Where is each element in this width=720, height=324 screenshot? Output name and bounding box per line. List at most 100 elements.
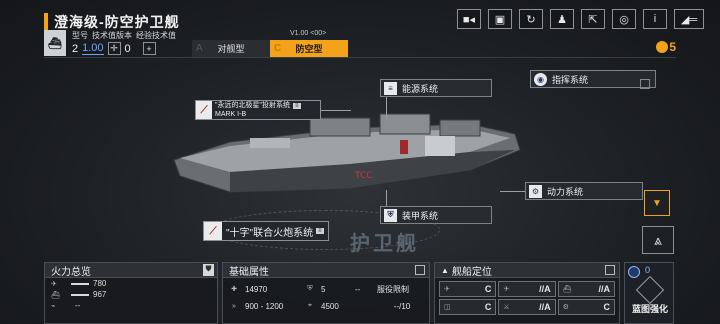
leader-line	[500, 191, 525, 192]
attributes-panel[interactable]: 基础属性 ✚ 14970 ⛨ 5 -- 服役限制 » 900 - 1200 ⌖ 4500…	[222, 262, 430, 324]
refresh-icon[interactable]: ↻	[519, 9, 543, 29]
info-icon[interactable]: i	[643, 9, 667, 29]
position-cell: ⚔//A	[498, 299, 556, 315]
mode-letter: C	[274, 43, 282, 54]
service-value: --/10	[393, 301, 411, 311]
armor-value: 5	[321, 284, 326, 294]
exp-add-button[interactable]: +	[142, 42, 156, 55]
hp-value: 14970	[245, 284, 268, 294]
firepower-row: ✈ 780	[51, 279, 107, 288]
position-cell: ✈ C	[439, 281, 497, 297]
ship-type-badge: ⛴	[44, 30, 66, 56]
power-system-icon: ⚙	[529, 184, 542, 198]
role-icon: ✈	[503, 286, 510, 293]
energy-system-icon: ≡	[384, 81, 397, 95]
armor-system-label[interactable]: ⛨ 装甲系统	[380, 206, 492, 224]
air-icon: ✈	[51, 280, 57, 288]
mode-label: 对舰型	[217, 44, 245, 54]
mode-tab-anti-air[interactable]: C 防空型	[270, 40, 348, 57]
chevron-down-icon: ▼	[652, 197, 662, 209]
image-icon[interactable]: ▣	[488, 9, 512, 29]
armor-system-icon: ⛨	[384, 208, 397, 222]
weapon-tag: ≡	[316, 228, 324, 234]
leader-line	[386, 190, 387, 206]
expand-icon[interactable]	[415, 265, 425, 275]
target-icon[interactable]: ◎	[612, 9, 636, 29]
position-cell: ⛴//A	[557, 281, 615, 297]
main-weapon-slot[interactable]: ⟋ "永远的北极星"投射系统 ≡ MARK I-B	[195, 100, 321, 120]
tech-adjust-icon[interactable]: ✛	[107, 42, 121, 55]
mode-tab-anti-ship[interactable]: A 对舰型	[192, 40, 270, 57]
expand-icon[interactable]	[605, 265, 615, 275]
model-label: 型号	[72, 31, 88, 40]
secondary-weapon-slot[interactable]: ⟋ "十字"联合火炮系统 ≡	[203, 221, 329, 241]
shield-icon: ⛊	[203, 264, 214, 276]
sub-icon: ⌁	[51, 302, 56, 310]
cannon-icon: ⟋	[204, 222, 222, 240]
speed-value: 900 - 1200	[245, 301, 284, 311]
role-icon: ⚔	[503, 304, 510, 311]
attributes-title: 基础属性	[223, 263, 429, 278]
ship-class-watermark: 护卫舰	[350, 233, 419, 255]
svg-text:TCC: TCC	[354, 171, 373, 181]
page-title: 澄海级-防空护卫舰	[54, 14, 180, 30]
ship-icon: ⛴	[51, 291, 60, 299]
position-cell: ◫ C	[439, 299, 497, 315]
tech-version-label: 技术值版本	[92, 31, 132, 40]
exp-value-label: 经验技术值	[136, 31, 176, 40]
rank-icon: ⩓	[654, 231, 662, 248]
command-expand-icon[interactable]	[640, 79, 650, 89]
missile-icon: ⟋	[196, 101, 212, 119]
main-weapon-name: "永远的北极星"投射系统	[215, 101, 290, 109]
title-accent	[44, 13, 48, 31]
position-cell: ✈//A	[498, 281, 556, 297]
armor-icon: ⛨	[307, 285, 313, 292]
version-code: V1.00 <00>	[290, 30, 327, 37]
version-values: 2 1.00 ✛ 0 +	[72, 41, 156, 56]
firepower-title: 火力总览 ⛊	[45, 263, 217, 278]
speed-icon: »	[232, 302, 236, 310]
role-icon: ⚙	[562, 304, 569, 311]
extra-value: --	[355, 284, 361, 294]
blueprint-icon	[635, 275, 665, 305]
positioning-panel[interactable]: ▲ 舰船定位 ✈ C ✈//A ⛴//A ◫ C ⚔//A ⚙ C	[434, 262, 620, 324]
dropdown-button[interactable]: ▼	[644, 190, 670, 216]
command-system-label[interactable]: ◉ 指挥系统	[530, 70, 656, 88]
currency-count: 5	[669, 40, 676, 54]
hp-icon: ✚	[231, 286, 237, 293]
main-weapon-mark: MARK I-B	[215, 111, 247, 119]
top-toolbar: ■◂ ▣ ↻ ♟ ⇱ ◎ i ◢═	[457, 9, 704, 29]
video-icon[interactable]: ■◂	[457, 9, 481, 29]
role-icon: ◫	[444, 304, 451, 311]
model-number: 2	[72, 42, 79, 55]
triangle-icon: ▲	[441, 265, 449, 275]
energy-system-label[interactable]: ≡ 能源系统	[380, 79, 492, 97]
secondary-weapon-name: "十字"联合火炮系统	[226, 227, 314, 239]
exp-value: 0	[124, 42, 131, 55]
blueprint-enhance-button[interactable]: 0 蓝图强化	[624, 262, 674, 324]
firepower-row: ⛴ 967	[51, 290, 107, 299]
currency-icon	[656, 41, 668, 53]
firepower-panel[interactable]: 火力总览 ⛊ ✈ 780 ⛴ 967 ⌁ --	[44, 262, 218, 324]
version-labels: 型号 技术值版本 经验技术值	[72, 30, 176, 41]
command-system-icon: ◉	[534, 72, 547, 86]
mode-label: 防空型	[295, 44, 323, 54]
service-label: 服役限制	[377, 284, 409, 294]
positioning-title: ▲ 舰船定位	[435, 263, 619, 278]
share-icon[interactable]: ⇱	[581, 9, 605, 29]
blueprint-label: 蓝图强化	[631, 304, 668, 314]
tech-version-value[interactable]: 1.00	[82, 42, 104, 55]
power-system-label[interactable]: ⚙ 动力系统	[525, 182, 643, 200]
blueprint-count: 0	[645, 265, 651, 275]
range-icon: ⌖	[308, 302, 312, 309]
role-icon: ⛴	[562, 286, 572, 293]
return-icon[interactable]: ◢═	[674, 9, 704, 29]
range-value: 4500	[321, 301, 339, 311]
mode-letter: A	[196, 43, 203, 54]
blueprint-token-icon	[628, 266, 640, 278]
weapon-tag: ≡	[292, 102, 301, 109]
firepower-row: ⌁ --	[51, 301, 81, 310]
leader-line	[386, 97, 387, 119]
upgrade-rank-button[interactable]: ⩓	[642, 226, 674, 254]
person-icon[interactable]: ♟	[550, 9, 574, 29]
